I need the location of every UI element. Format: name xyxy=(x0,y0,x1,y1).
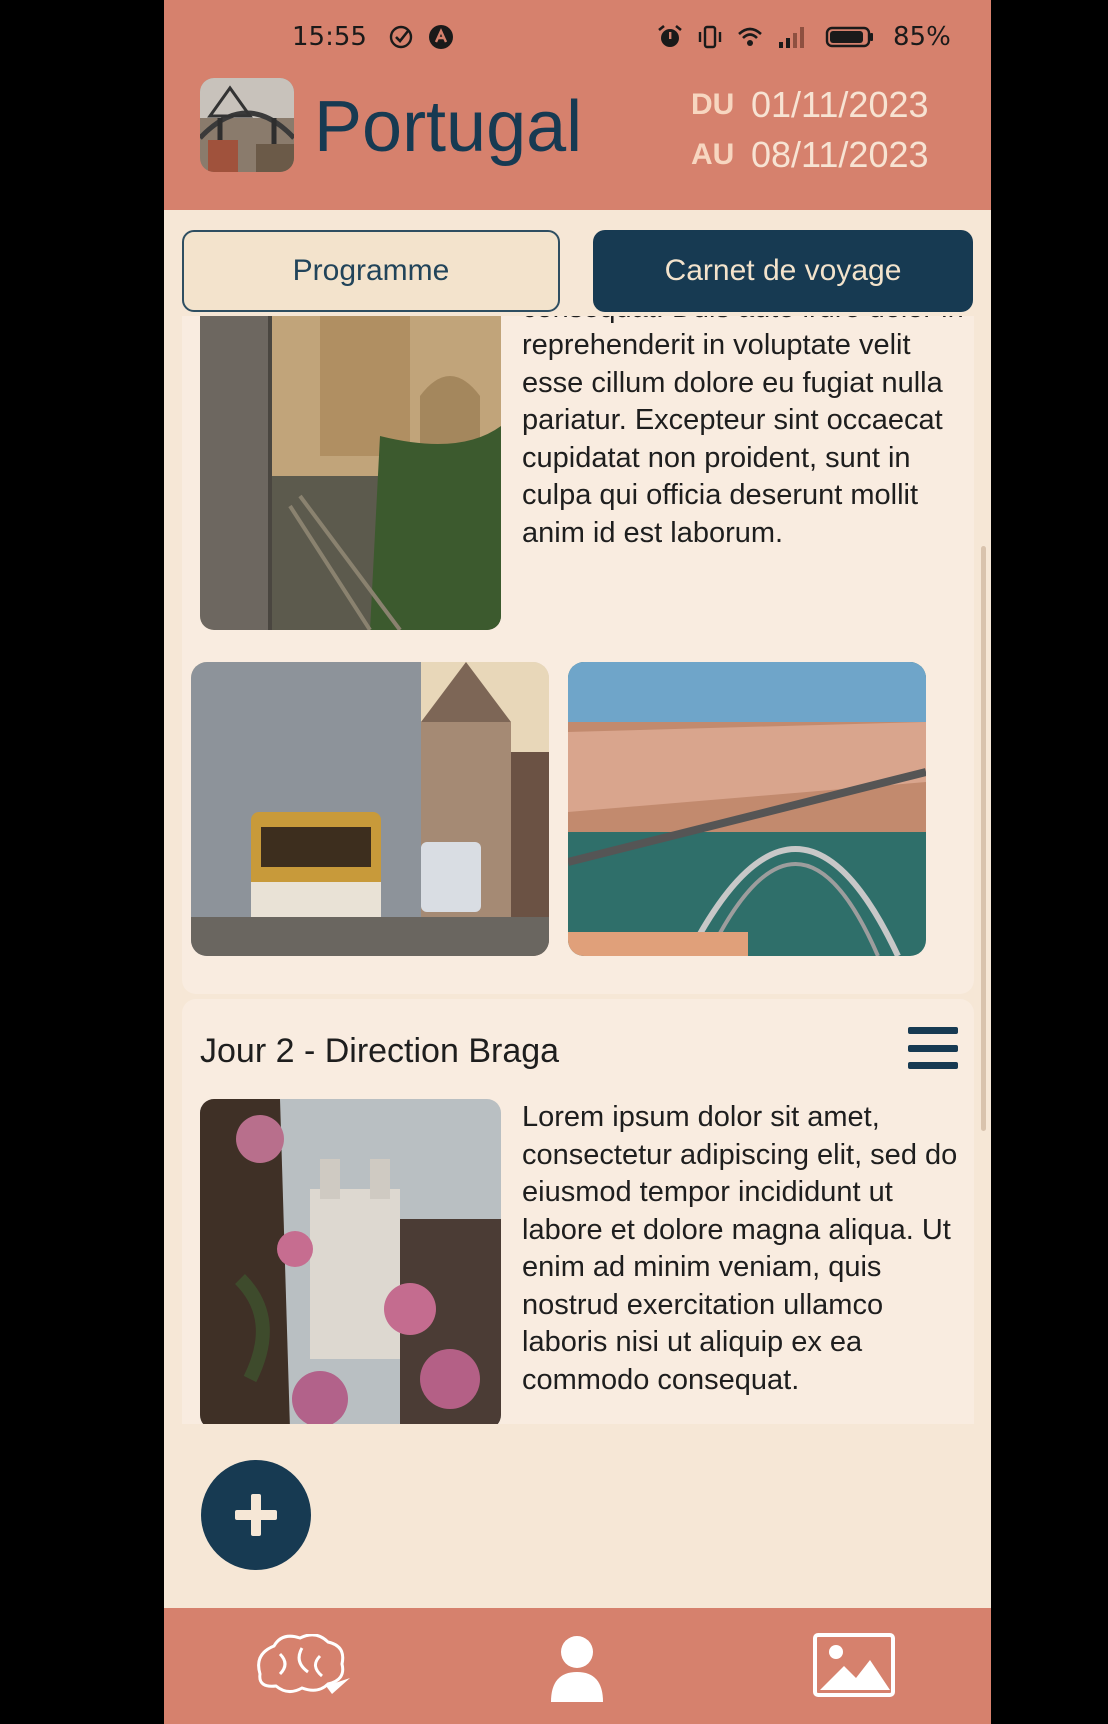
day-photo-stairs[interactable] xyxy=(200,316,501,630)
plus-icon xyxy=(235,1494,277,1536)
day-text: nisi ut aliquip ex ea commodo consequat.… xyxy=(522,316,964,549)
day-card: nisi ut aliquip ex ea commodo consequat.… xyxy=(182,316,974,994)
day-title: Jour 2 - Direction Braga xyxy=(200,1032,560,1070)
date-to-label: AU xyxy=(691,138,735,171)
app-header: 15:55 85% Portugal DU 01/11/2023 AU 08/1… xyxy=(164,0,991,210)
bottom-navigation xyxy=(164,1608,991,1724)
trip-dates: DU 01/11/2023 AU 08/11/2023 xyxy=(691,80,955,180)
hamburger-menu-icon[interactable] xyxy=(908,1027,958,1069)
wifi-icon xyxy=(738,27,762,46)
image-icon xyxy=(813,1633,895,1697)
battery-percent: 85% xyxy=(893,22,951,52)
day-card: Jour 2 - Direction Braga Lorem ipsum dol… xyxy=(182,999,974,1424)
status-left-icons xyxy=(388,24,454,50)
vibrate-icon xyxy=(698,25,722,49)
photo-porto-tram[interactable] xyxy=(191,662,549,956)
nav-home-button[interactable] xyxy=(250,1633,354,1707)
brain-plane-icon xyxy=(257,1633,350,1694)
nav-profile-button[interactable] xyxy=(547,1634,607,1707)
check-circle-icon xyxy=(389,25,413,49)
status-time: 15:55 xyxy=(292,22,367,52)
tab-programme[interactable]: Programme xyxy=(182,230,560,312)
journal-scroll-area[interactable]: nisi ut aliquip ex ea commodo consequat.… xyxy=(164,316,991,1424)
date-to: 08/11/2023 xyxy=(751,134,929,175)
date-from: 01/11/2023 xyxy=(751,84,929,125)
tab-carnet-de-voyage[interactable]: Carnet de voyage xyxy=(593,230,973,312)
signal-icon xyxy=(779,27,804,48)
day-photo-braga[interactable] xyxy=(200,1099,501,1424)
add-entry-button[interactable] xyxy=(201,1460,311,1570)
day-text: Lorem ipsum dolor sit amet, consectetur … xyxy=(522,1101,958,1396)
user-icon xyxy=(551,1636,603,1702)
trip-title: Portugal xyxy=(314,87,583,167)
alarm-icon xyxy=(658,24,682,47)
a-badge-icon xyxy=(429,25,453,49)
trip-thumbnail[interactable] xyxy=(200,78,294,172)
status-right-icons: 85% xyxy=(657,22,951,52)
app-screen: 15:55 85% Portugal DU 01/11/2023 AU 08/1… xyxy=(164,0,991,1724)
scrollbar[interactable] xyxy=(981,546,986,1131)
date-from-label: DU xyxy=(691,88,735,121)
nav-gallery-button[interactable] xyxy=(812,1632,896,1703)
battery-icon xyxy=(825,26,873,48)
photo-porto-bridge[interactable] xyxy=(568,662,926,956)
